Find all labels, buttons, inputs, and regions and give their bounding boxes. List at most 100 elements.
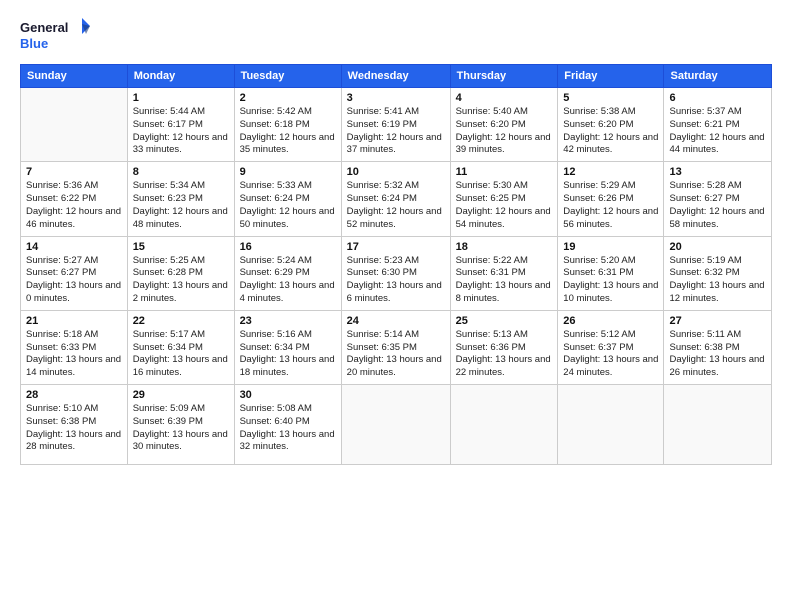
calendar-cell: 22 Sunrise: 5:17 AMSunset: 6:34 PMDayligh… xyxy=(127,310,234,384)
week-row-4: 21Sunrise: 5:18 AMSunset: 6:33 PMDayligh… xyxy=(21,310,772,384)
week-row-1: 1 Sunrise: 5:44 AMSunset: 6:17 PMDaylight… xyxy=(21,88,772,162)
day-number: 22 xyxy=(133,315,229,327)
calendar-cell: 16 Sunrise: 5:24 AMSunset: 6:29 PMDayligh… xyxy=(234,236,341,310)
weekday-header-wednesday: Wednesday xyxy=(341,65,450,88)
calendar-cell: 13 Sunrise: 5:28 AMSunset: 6:27 PMDayligh… xyxy=(664,162,772,236)
calendar-cell: 3 Sunrise: 5:41 AMSunset: 6:19 PMDaylight… xyxy=(341,88,450,162)
day-number: 24 xyxy=(347,315,445,327)
day-number: 26 xyxy=(563,315,658,327)
calendar-cell: 9 Sunrise: 5:33 AMSunset: 6:24 PMDaylight… xyxy=(234,162,341,236)
day-number: 5 xyxy=(563,92,658,104)
calendar-cell: 18 Sunrise: 5:22 AMSunset: 6:31 PMDayligh… xyxy=(450,236,558,310)
day-info: Sunrise: 5:41 AMSunset: 6:19 PMDaylight:… xyxy=(347,106,445,157)
calendar-cell: 11Sunrise: 5:30 AMSunset: 6:25 PMDayligh… xyxy=(450,162,558,236)
calendar-cell: 2Sunrise: 5:42 AMSunset: 6:18 PMDaylight… xyxy=(234,88,341,162)
weekday-header-row: SundayMondayTuesdayWednesdayThursdayFrid… xyxy=(21,65,772,88)
day-number: 1 xyxy=(133,92,229,104)
day-number: 3 xyxy=(347,92,445,104)
day-info: Sunrise: 5:32 AMSunset: 6:24 PMDaylight:… xyxy=(347,180,445,231)
calendar-cell: 23 Sunrise: 5:16 AMSunset: 6:34 PMDayligh… xyxy=(234,310,341,384)
day-info: Sunrise: 5:13 AMSunset: 6:36 PMDaylight:… xyxy=(456,329,553,380)
day-number: 23 xyxy=(240,315,336,327)
day-info: Sunrise: 5:22 AMSunset: 6:31 PMDaylight:… xyxy=(456,255,553,306)
day-info: Sunrise: 5:38 AMSunset: 6:20 PMDaylight:… xyxy=(563,106,658,157)
day-number: 17 xyxy=(347,241,445,253)
day-number: 19 xyxy=(563,241,658,253)
day-number: 8 xyxy=(133,166,229,178)
day-info: Sunrise: 5:19 AMSunset: 6:32 PMDaylight:… xyxy=(669,255,766,306)
calendar-cell: 17 Sunrise: 5:23 AMSunset: 6:30 PMDayligh… xyxy=(341,236,450,310)
day-info: Sunrise: 5:17 AMSunset: 6:34 PMDaylight:… xyxy=(133,329,229,380)
calendar-cell: 5 Sunrise: 5:38 AMSunset: 6:20 PMDaylight… xyxy=(558,88,664,162)
weekday-header-friday: Friday xyxy=(558,65,664,88)
calendar-cell: 12 Sunrise: 5:29 AMSunset: 6:26 PMDayligh… xyxy=(558,162,664,236)
day-info: Sunrise: 5:20 AMSunset: 6:31 PMDaylight:… xyxy=(563,255,658,306)
day-info: Sunrise: 5:37 AMSunset: 6:21 PMDaylight:… xyxy=(669,106,766,157)
day-number: 27 xyxy=(669,315,766,327)
day-number: 6 xyxy=(669,92,766,104)
calendar-cell: 20 Sunrise: 5:19 AMSunset: 6:32 PMDayligh… xyxy=(664,236,772,310)
day-info: Sunrise: 5:29 AMSunset: 6:26 PMDaylight:… xyxy=(563,180,658,231)
day-info: Sunrise: 5:28 AMSunset: 6:27 PMDaylight:… xyxy=(669,180,766,231)
day-number: 4 xyxy=(456,92,553,104)
week-row-5: 28 Sunrise: 5:10 AMSunset: 6:38 PMDayligh… xyxy=(21,385,772,465)
day-number: 9 xyxy=(240,166,336,178)
calendar-cell xyxy=(21,88,128,162)
day-number: 28 xyxy=(26,389,122,401)
day-info: Sunrise: 5:08 AMSunset: 6:40 PMDaylight:… xyxy=(240,403,336,454)
day-number: 29 xyxy=(133,389,229,401)
day-number: 12 xyxy=(563,166,658,178)
day-info: Sunrise: 5:11 AMSunset: 6:38 PMDaylight:… xyxy=(669,329,766,380)
calendar-cell: 4 Sunrise: 5:40 AMSunset: 6:20 PMDaylight… xyxy=(450,88,558,162)
calendar-cell: 28 Sunrise: 5:10 AMSunset: 6:38 PMDayligh… xyxy=(21,385,128,465)
calendar-cell: 27 Sunrise: 5:11 AMSunset: 6:38 PMDayligh… xyxy=(664,310,772,384)
header: General Blue xyxy=(20,16,772,54)
day-info: Sunrise: 5:25 AMSunset: 6:28 PMDaylight:… xyxy=(133,255,229,306)
calendar-cell: 10 Sunrise: 5:32 AMSunset: 6:24 PMDayligh… xyxy=(341,162,450,236)
day-number: 11 xyxy=(456,166,553,178)
calendar-cell: 14Sunrise: 5:27 AMSunset: 6:27 PMDayligh… xyxy=(21,236,128,310)
day-number: 20 xyxy=(669,241,766,253)
svg-text:Blue: Blue xyxy=(20,36,48,51)
day-info: Sunrise: 5:33 AMSunset: 6:24 PMDaylight:… xyxy=(240,180,336,231)
calendar-cell xyxy=(664,385,772,465)
day-info: Sunrise: 5:16 AMSunset: 6:34 PMDaylight:… xyxy=(240,329,336,380)
day-number: 30 xyxy=(240,389,336,401)
day-info: Sunrise: 5:34 AMSunset: 6:23 PMDaylight:… xyxy=(133,180,229,231)
day-number: 13 xyxy=(669,166,766,178)
day-number: 10 xyxy=(347,166,445,178)
calendar-cell xyxy=(341,385,450,465)
day-info: Sunrise: 5:40 AMSunset: 6:20 PMDaylight:… xyxy=(456,106,553,157)
day-info: Sunrise: 5:18 AMSunset: 6:33 PMDaylight:… xyxy=(26,329,122,380)
calendar-cell: 19 Sunrise: 5:20 AMSunset: 6:31 PMDayligh… xyxy=(558,236,664,310)
svg-text:General: General xyxy=(20,20,68,35)
day-number: 7 xyxy=(26,166,122,178)
weekday-header-monday: Monday xyxy=(127,65,234,88)
day-info: Sunrise: 5:14 AMSunset: 6:35 PMDaylight:… xyxy=(347,329,445,380)
day-info: Sunrise: 5:44 AMSunset: 6:17 PMDaylight:… xyxy=(133,106,229,157)
day-number: 16 xyxy=(240,241,336,253)
calendar-cell: 26 Sunrise: 5:12 AMSunset: 6:37 PMDayligh… xyxy=(558,310,664,384)
day-info: Sunrise: 5:24 AMSunset: 6:29 PMDaylight:… xyxy=(240,255,336,306)
calendar-cell xyxy=(558,385,664,465)
calendar-cell: 8 Sunrise: 5:34 AMSunset: 6:23 PMDaylight… xyxy=(127,162,234,236)
calendar-cell: 24 Sunrise: 5:14 AMSunset: 6:35 PMDayligh… xyxy=(341,310,450,384)
calendar-table: SundayMondayTuesdayWednesdayThursdayFrid… xyxy=(20,64,772,465)
calendar-cell: 1 Sunrise: 5:44 AMSunset: 6:17 PMDaylight… xyxy=(127,88,234,162)
calendar-cell: 29 Sunrise: 5:09 AMSunset: 6:39 PMDayligh… xyxy=(127,385,234,465)
day-info: Sunrise: 5:09 AMSunset: 6:39 PMDaylight:… xyxy=(133,403,229,454)
page: General Blue SundayMondayTuesdayWednesda… xyxy=(0,0,792,612)
week-row-2: 7Sunrise: 5:36 AMSunset: 6:22 PMDaylight… xyxy=(21,162,772,236)
calendar-cell: 30 Sunrise: 5:08 AMSunset: 6:40 PMDayligh… xyxy=(234,385,341,465)
calendar-cell: 6 Sunrise: 5:37 AMSunset: 6:21 PMDaylight… xyxy=(664,88,772,162)
day-info: Sunrise: 5:10 AMSunset: 6:38 PMDaylight:… xyxy=(26,403,122,454)
day-number: 14 xyxy=(26,241,122,253)
calendar-cell: 25Sunrise: 5:13 AMSunset: 6:36 PMDayligh… xyxy=(450,310,558,384)
day-info: Sunrise: 5:42 AMSunset: 6:18 PMDaylight:… xyxy=(240,106,336,157)
day-info: Sunrise: 5:23 AMSunset: 6:30 PMDaylight:… xyxy=(347,255,445,306)
weekday-header-tuesday: Tuesday xyxy=(234,65,341,88)
day-number: 18 xyxy=(456,241,553,253)
calendar-cell xyxy=(450,385,558,465)
calendar-cell: 21Sunrise: 5:18 AMSunset: 6:33 PMDayligh… xyxy=(21,310,128,384)
day-info: Sunrise: 5:12 AMSunset: 6:37 PMDaylight:… xyxy=(563,329,658,380)
